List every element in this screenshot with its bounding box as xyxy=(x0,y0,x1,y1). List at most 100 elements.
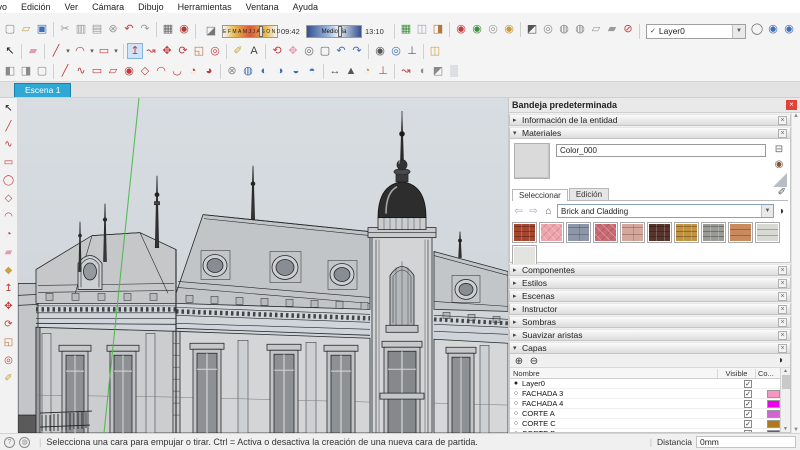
rectangle-icon[interactable]: ▭ xyxy=(89,63,105,79)
menu-cámara[interactable]: Cámara xyxy=(85,2,131,12)
scale-icon[interactable]: ◱ xyxy=(1,335,16,350)
material-swatch-white-siding[interactable] xyxy=(755,222,780,243)
material-swatch-rose-paver[interactable] xyxy=(593,222,618,243)
layer-visible-checkbox[interactable]: ✓ xyxy=(744,389,752,398)
layer-row-corte-a[interactable]: ○ CORTE A ✓ xyxy=(510,409,780,419)
component-3-icon[interactable]: ◍ xyxy=(556,21,572,37)
panel-section-materiales[interactable]: ▾ Materiales × xyxy=(509,127,791,139)
new-file-icon[interactable]: ▢ xyxy=(2,21,18,37)
menu-dibujo[interactable]: Dibujo xyxy=(131,2,171,12)
shadow-time-slider[interactable]: Mediodía xyxy=(306,24,362,38)
scene-tab[interactable]: Escena 1 xyxy=(14,83,72,97)
layer-color-swatch[interactable] xyxy=(767,419,780,428)
column-nombre[interactable]: Nombre xyxy=(510,368,718,378)
hide-rest-of-model-icon[interactable]: ⊘ xyxy=(620,21,636,37)
save-icon[interactable]: ▣ xyxy=(34,21,50,37)
layers-scrollbar[interactable]: ▲ ▼ xyxy=(780,368,790,432)
add-layer-icon[interactable]: ⊕ xyxy=(513,355,525,367)
menu-edición[interactable]: Edición xyxy=(14,2,58,12)
erase-icon[interactable]: ⊗ xyxy=(105,21,121,37)
next-view-icon[interactable]: ↷ xyxy=(349,43,365,59)
split-icon[interactable]: ◓ xyxy=(304,63,320,79)
material-swatch-dark-brick[interactable] xyxy=(647,222,672,243)
follow-me-icon[interactable]: ↝ xyxy=(143,43,159,59)
polygon-icon[interactable]: ◇ xyxy=(137,63,153,79)
pie-icon[interactable]: ◔ xyxy=(1,227,16,242)
eraser-icon[interactable]: ▰ xyxy=(25,43,41,59)
section-close-icon[interactable]: × xyxy=(778,330,787,340)
details-arrow-icon[interactable]: ◗ xyxy=(775,355,787,366)
menu-ver[interactable]: Ver xyxy=(58,2,86,12)
polygon-icon[interactable]: ◇ xyxy=(1,191,16,206)
panel-section-sombras[interactable]: ▸ Sombras × xyxy=(509,316,791,328)
layer-radio[interactable]: ○ xyxy=(510,410,522,417)
tab-seleccionar[interactable]: Seleccionar xyxy=(512,189,568,201)
scroll-up-icon[interactable]: ▲ xyxy=(783,368,788,374)
position-camera-icon[interactable]: ◉ xyxy=(372,43,388,59)
push-pull-icon[interactable]: ↥ xyxy=(127,43,143,59)
eraser-icon[interactable]: ▰ xyxy=(1,245,16,260)
panel-section-estilos[interactable]: ▸ Estilos × xyxy=(509,277,791,289)
pie-icon[interactable]: ◕ xyxy=(201,63,217,79)
section-close-icon[interactable]: × xyxy=(778,304,787,314)
layer-color-swatch[interactable] xyxy=(767,389,780,398)
panel-section-escenas[interactable]: ▸ Escenas × xyxy=(509,290,791,302)
component-2-icon[interactable]: ◎ xyxy=(540,21,556,37)
line-icon[interactable]: ╱ xyxy=(1,119,16,134)
layer-radio[interactable]: ○ xyxy=(510,420,522,427)
layer-color-swatch[interactable] xyxy=(767,380,780,388)
layer-visible-checkbox[interactable]: ✓ xyxy=(744,379,752,388)
material-swatch-gold-brick[interactable] xyxy=(674,222,699,243)
trim-icon[interactable]: ◒ xyxy=(288,63,304,79)
tray-scrollbar[interactable]: ▲ ▼ xyxy=(791,113,800,433)
3d-warehouse-icon[interactable]: ▦ xyxy=(398,21,414,37)
rotated-rectangle-icon[interactable]: ▱ xyxy=(105,63,121,79)
layer-tool-1-icon[interactable]: ◉ xyxy=(765,21,781,37)
two-point-arc-icon[interactable]: ◡ xyxy=(169,63,185,79)
layer-radio[interactable]: ○ xyxy=(510,430,522,432)
scroll-down-icon[interactable]: ▼ xyxy=(793,427,799,433)
model-viewport[interactable] xyxy=(18,98,508,433)
section-close-icon[interactable]: × xyxy=(778,291,787,301)
panel-section-capas[interactable]: ▾ Capas × xyxy=(509,342,791,354)
look-around-icon[interactable]: ◎ xyxy=(388,43,404,59)
arc-flyout[interactable]: ▾ xyxy=(88,43,96,59)
select-icon[interactable]: ↖ xyxy=(2,43,18,59)
back-arrow-icon[interactable]: ⇦ xyxy=(512,206,525,217)
text-icon[interactable]: A xyxy=(246,43,262,59)
current-layer-dropdown[interactable]: ✓ Layer0 ▼ xyxy=(646,23,746,39)
layer-row-corte-b[interactable]: ○CORTE B✓ xyxy=(510,429,780,432)
select-icon[interactable]: ↖ xyxy=(1,101,16,116)
section-close-icon[interactable]: × xyxy=(778,265,787,275)
intersect-faces-icon[interactable]: ⊗ xyxy=(224,63,240,79)
chevron-down-icon[interactable]: ▼ xyxy=(732,24,745,38)
layer-color-swatch[interactable] xyxy=(767,429,780,432)
column-visible[interactable]: Visible xyxy=(718,368,756,378)
styles-hidden-line-icon[interactable]: ▢ xyxy=(34,63,50,79)
zoom-icon[interactable]: ◎ xyxy=(301,43,317,59)
forward-arrow-icon[interactable]: ⇨ xyxy=(527,206,540,217)
shadow-time-value[interactable]: 13:10 xyxy=(365,27,387,36)
scroll-down-icon[interactable]: ▼ xyxy=(783,426,788,432)
copy-icon[interactable]: ▥ xyxy=(73,21,89,37)
shadow-date-slider[interactable]: EFMAMJJASOND xyxy=(222,24,280,38)
offset-icon[interactable]: ◎ xyxy=(1,353,16,368)
push-pull-icon[interactable]: ↥ xyxy=(1,281,16,296)
shadow-date-value[interactable]: 09:42 xyxy=(281,27,303,36)
layer-radio[interactable]: ● xyxy=(510,380,522,387)
help-icon[interactable]: ? xyxy=(4,436,15,448)
tab-edicion[interactable]: Edición xyxy=(568,188,610,200)
layer-color-swatch[interactable] xyxy=(767,409,780,418)
orbit-icon[interactable]: ⟲ xyxy=(269,43,285,59)
component-1-icon[interactable]: ◩ xyxy=(524,21,540,37)
fog-icon[interactable]: ▒ xyxy=(446,63,462,79)
layer-visible-checkbox[interactable]: ✓ xyxy=(744,409,752,418)
material-swatch-pink-stone[interactable] xyxy=(620,222,645,243)
section-close-icon[interactable]: × xyxy=(778,278,787,288)
material-yellow-icon[interactable]: ◉ xyxy=(501,21,517,37)
model-info-icon[interactable]: ◉ xyxy=(176,21,192,37)
dimensions-icon[interactable]: ↔ xyxy=(327,63,343,79)
scrollbar-thumb[interactable] xyxy=(781,375,790,389)
print-icon[interactable]: ▦ xyxy=(160,21,176,37)
tape-measure-icon[interactable]: ✐ xyxy=(230,43,246,59)
